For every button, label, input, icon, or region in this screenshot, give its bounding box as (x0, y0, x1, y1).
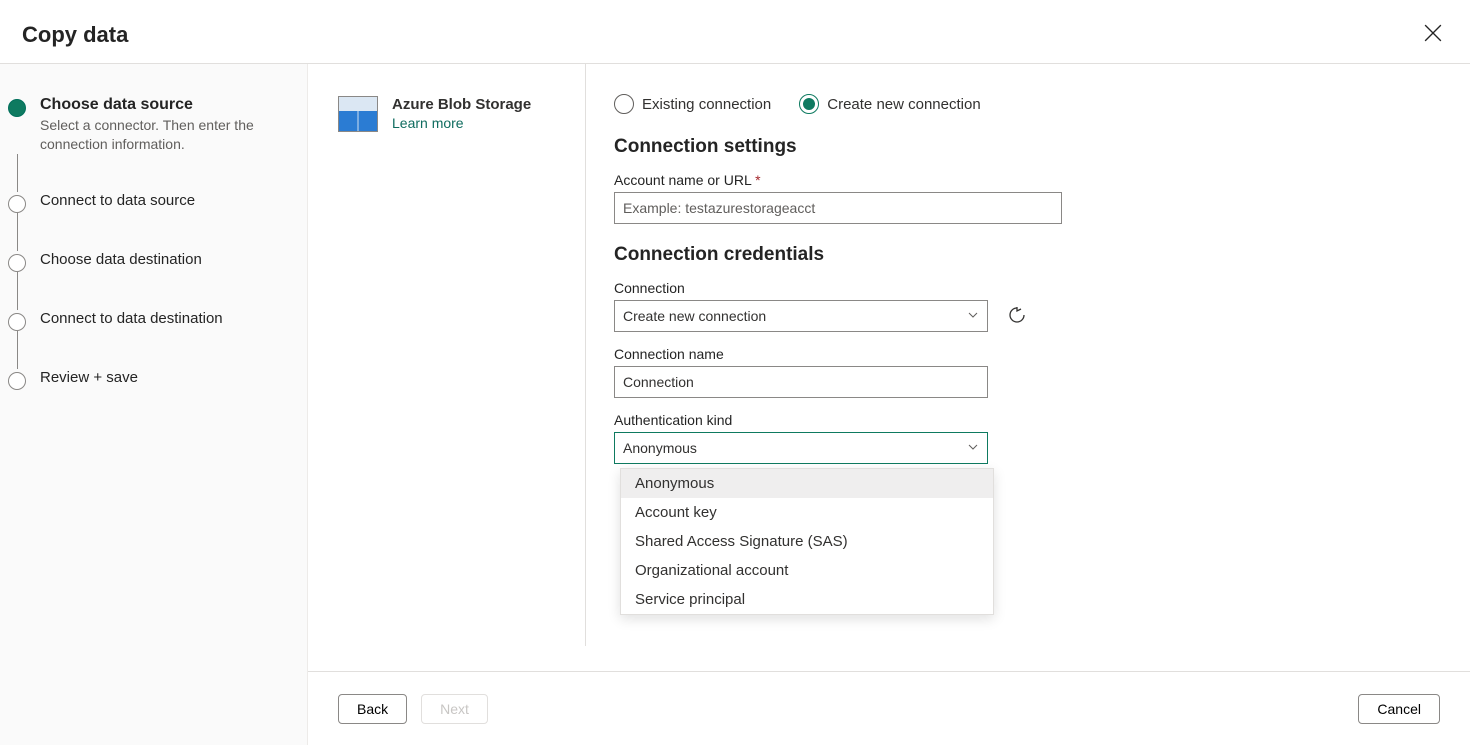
wizard-step-connect-to-data-destination[interactable]: Connect to data destination (8, 310, 287, 331)
step-description: Select a connector. Then enter the conne… (40, 116, 270, 154)
field-label-text: Account name or URL (614, 172, 751, 188)
cancel-button[interactable]: Cancel (1358, 694, 1440, 724)
field-label: Connection (614, 280, 1442, 296)
authentication-kind-dropdown: Anonymous Account key Shared Access Sign… (620, 468, 994, 615)
step-title: Choose data destination (40, 251, 202, 268)
step-marker-icon (8, 372, 26, 390)
refresh-icon (1008, 306, 1026, 324)
field-connection: Connection Create new connection (614, 280, 1442, 332)
step-title: Review + save (40, 369, 138, 386)
radio-label: Create new connection (827, 96, 980, 113)
radio-existing-connection[interactable]: Existing connection (614, 94, 771, 114)
wizard-step-review-save[interactable]: Review + save (8, 369, 287, 390)
step-connector (17, 331, 18, 369)
auth-option-organizational-account[interactable]: Organizational account (621, 556, 993, 585)
step-connector (17, 213, 18, 251)
main-panel: Azure Blob Storage Learn more Existing c… (308, 64, 1470, 745)
connection-mode-radio-group: Existing connection Create new connectio… (614, 94, 1442, 114)
account-name-input[interactable] (614, 192, 1062, 224)
radio-create-new-connection[interactable]: Create new connection (799, 94, 980, 114)
field-label: Connection name (614, 346, 1442, 362)
wizard-sidebar: Choose data source Select a connector. T… (0, 64, 308, 745)
refresh-button[interactable] (1004, 302, 1030, 331)
wizard-step-choose-data-destination[interactable]: Choose data destination (8, 251, 287, 272)
select-value: Anonymous (623, 440, 697, 456)
radio-label: Existing connection (642, 96, 771, 113)
step-marker-icon (8, 313, 26, 331)
step-title: Connect to data destination (40, 310, 223, 327)
step-marker-icon (8, 195, 26, 213)
step-marker-icon (8, 254, 26, 272)
close-button[interactable] (1418, 18, 1448, 51)
connection-select[interactable]: Create new connection (614, 300, 988, 332)
authentication-kind-select[interactable]: Anonymous (614, 432, 988, 464)
required-asterisk: * (755, 172, 760, 188)
auth-option-sas[interactable]: Shared Access Signature (SAS) (621, 527, 993, 556)
dialog-footer: Back Next Cancel (308, 671, 1470, 746)
chevron-down-icon (967, 440, 979, 456)
form-area: Existing connection Create new connectio… (586, 64, 1470, 745)
learn-more-link[interactable]: Learn more (392, 115, 531, 131)
step-title: Connect to data source (40, 192, 195, 209)
auth-option-account-key[interactable]: Account key (621, 498, 993, 527)
radio-icon (614, 94, 634, 114)
field-connection-name: Connection name (614, 346, 1442, 398)
radio-icon (799, 94, 819, 114)
wizard-step-connect-to-data-source[interactable]: Connect to data source (8, 192, 287, 213)
select-value: Create new connection (623, 308, 766, 324)
field-label: Account name or URL * (614, 172, 1442, 188)
chevron-down-icon (967, 308, 979, 324)
step-connector (17, 272, 18, 310)
field-label: Authentication kind (614, 412, 1442, 428)
section-heading-connection-settings: Connection settings (614, 136, 1442, 158)
dialog-title: Copy data (22, 22, 128, 48)
close-icon (1424, 24, 1442, 42)
blob-storage-icon (338, 96, 378, 132)
auth-option-anonymous[interactable]: Anonymous (621, 469, 993, 498)
step-connector (17, 154, 18, 192)
connector-name: Azure Blob Storage (392, 96, 531, 113)
back-button[interactable]: Back (338, 694, 407, 724)
step-title: Choose data source (40, 96, 270, 114)
connection-name-input[interactable] (614, 366, 988, 398)
field-authentication-kind: Authentication kind Anonymous Anonymous … (614, 412, 1442, 464)
field-account-name: Account name or URL * (614, 172, 1442, 224)
next-button: Next (421, 694, 488, 724)
step-marker-icon (8, 99, 26, 117)
connector-info-panel: Azure Blob Storage Learn more (308, 64, 586, 646)
section-heading-connection-credentials: Connection credentials (614, 244, 1442, 266)
dialog-header: Copy data (0, 0, 1470, 64)
wizard-step-choose-data-source[interactable]: Choose data source Select a connector. T… (8, 96, 287, 154)
auth-option-service-principal[interactable]: Service principal (621, 585, 993, 614)
dialog-body: Choose data source Select a connector. T… (0, 64, 1470, 745)
